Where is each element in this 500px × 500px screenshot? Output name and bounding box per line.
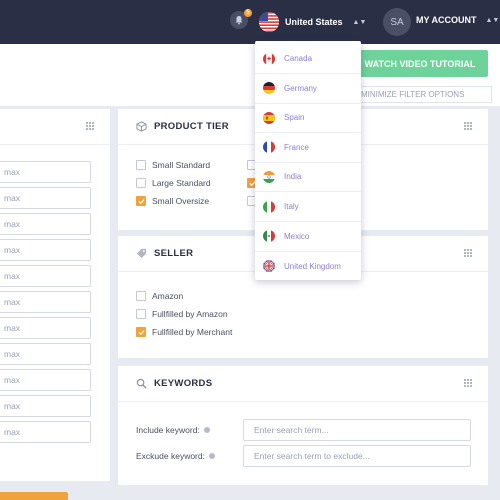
keywords-panel: KEYWORDS Include keyword: Enter search t…	[118, 366, 488, 485]
checkbox-label: Large Standard	[152, 178, 211, 188]
mexico-flag-icon	[263, 230, 275, 243]
united-kingdom-flag-icon	[263, 260, 275, 273]
include-keyword-input[interactable]: Enter search term...	[243, 419, 471, 441]
top-bar: 5 United States ▲▼ SA MY ACCOUNT ▲▼	[0, 0, 500, 44]
max-input[interactable]: max	[0, 161, 91, 183]
checkbox-option[interactable]: Small Oversize	[136, 196, 209, 206]
checkbox-option[interactable]: Fullfilled by Merchant	[136, 327, 232, 337]
checkbox-label: Small Standard	[152, 160, 211, 170]
country-option-spain[interactable]: Spain	[255, 103, 361, 134]
country-option-mexico[interactable]: Mexico	[255, 222, 361, 252]
country-selector[interactable]: United States ▲▼	[259, 12, 366, 32]
exclude-keyword-input[interactable]: Enter search term to exclude...	[243, 445, 471, 467]
exclude-keyword-label: Exckude keyword:	[136, 451, 215, 461]
minimize-filters-button[interactable]: MINIMIZE FILTER OPTIONS	[352, 86, 492, 103]
checkbox-label: Small Oversize	[152, 196, 210, 206]
canada-flag-icon	[263, 52, 275, 65]
country-option-label: Spain	[284, 113, 305, 123]
chevron-down-icon: ▲▼	[485, 16, 500, 24]
checkbox-label: Amazon	[152, 291, 184, 301]
india-flag-icon	[263, 170, 275, 183]
my-account-button[interactable]: MY ACCOUNT ▲▼	[416, 15, 499, 25]
drag-handle-icon[interactable]	[86, 122, 94, 130]
checkbox-option[interactable]: Amazon	[136, 291, 183, 301]
max-input[interactable]: max	[0, 291, 91, 313]
checkbox-label: Fullfilled by Amazon	[152, 309, 228, 319]
search-icon	[136, 378, 147, 389]
country-option-united-kingdom[interactable]: United Kingdom	[255, 251, 361, 281]
germany-flag-icon	[263, 82, 275, 95]
panel-header	[0, 109, 110, 145]
apply-button[interactable]	[0, 492, 68, 500]
max-input[interactable]: max	[0, 187, 91, 209]
panel-title: KEYWORDS	[154, 378, 213, 389]
country-option-label: France	[284, 142, 309, 152]
country-option-canada[interactable]: Canada	[255, 44, 361, 74]
country-option-label: Germany	[284, 83, 317, 93]
max-input[interactable]: max	[0, 317, 91, 339]
checkbox[interactable]	[136, 196, 146, 206]
my-account-label: MY ACCOUNT	[416, 15, 477, 25]
drag-handle-icon[interactable]	[464, 122, 472, 130]
include-keyword-label: Include keyword:	[136, 425, 210, 435]
france-flag-icon	[263, 141, 275, 154]
country-option-label: India	[284, 172, 302, 182]
include-keyword-text: Include keyword:	[136, 425, 200, 435]
checkbox[interactable]	[136, 178, 146, 188]
watch-video-button[interactable]: WATCH VIDEO TUTORIAL	[352, 50, 488, 77]
panel-title: PRODUCT TIER	[154, 121, 229, 132]
max-input[interactable]: max	[0, 369, 91, 391]
max-input[interactable]: max	[0, 239, 91, 261]
country-option-india[interactable]: India	[255, 162, 361, 193]
max-input[interactable]: max	[0, 421, 91, 443]
exclude-keyword-text: Exckude keyword:	[136, 451, 205, 461]
spain-flag-icon	[263, 111, 275, 124]
country-option-label: Canada	[284, 54, 313, 63]
checkbox[interactable]	[136, 291, 146, 301]
country-option-label: Italy	[284, 202, 299, 211]
checkbox[interactable]	[136, 327, 146, 337]
cube-icon	[136, 121, 147, 132]
panel-title: SELLER	[154, 248, 194, 259]
country-option-germany[interactable]: Germany	[255, 74, 361, 104]
checkbox-option[interactable]: Small Standard	[136, 160, 210, 170]
panel-header: KEYWORDS	[118, 366, 488, 402]
country-label: United States	[285, 17, 343, 27]
avatar[interactable]: SA	[383, 8, 411, 36]
country-option-label: United Kingdom	[284, 261, 341, 271]
italy-flag-icon	[263, 200, 275, 213]
checkbox[interactable]	[136, 160, 146, 170]
checkbox-option[interactable]: Large Standard	[136, 178, 211, 188]
country-option-italy[interactable]: Italy	[255, 192, 361, 222]
max-input[interactable]: max	[0, 213, 91, 235]
tag-icon	[136, 248, 147, 259]
max-input[interactable]: max	[0, 343, 91, 365]
drag-handle-icon[interactable]	[464, 379, 472, 387]
info-icon[interactable]	[203, 427, 210, 433]
range-filter-panel: max max max max max max max max max max max	[0, 109, 110, 481]
checkbox-label: Fullfilled by Merchant	[152, 327, 233, 337]
max-input[interactable]: max	[0, 395, 91, 417]
drag-handle-icon[interactable]	[464, 249, 472, 257]
country-option-label: Mexico	[284, 231, 310, 241]
us-flag-icon	[259, 12, 279, 32]
country-option-france[interactable]: France	[255, 133, 361, 163]
checkbox[interactable]	[136, 309, 146, 319]
checkbox-option[interactable]: Fullfilled by Amazon	[136, 309, 228, 319]
info-icon[interactable]	[208, 453, 215, 459]
max-input[interactable]: max	[0, 265, 91, 287]
chevron-down-icon: ▲▼	[352, 18, 367, 26]
country-dropdown: Canada Germany Spain France India Italy Mexico…	[255, 41, 361, 280]
notification-badge: 5	[244, 9, 252, 17]
